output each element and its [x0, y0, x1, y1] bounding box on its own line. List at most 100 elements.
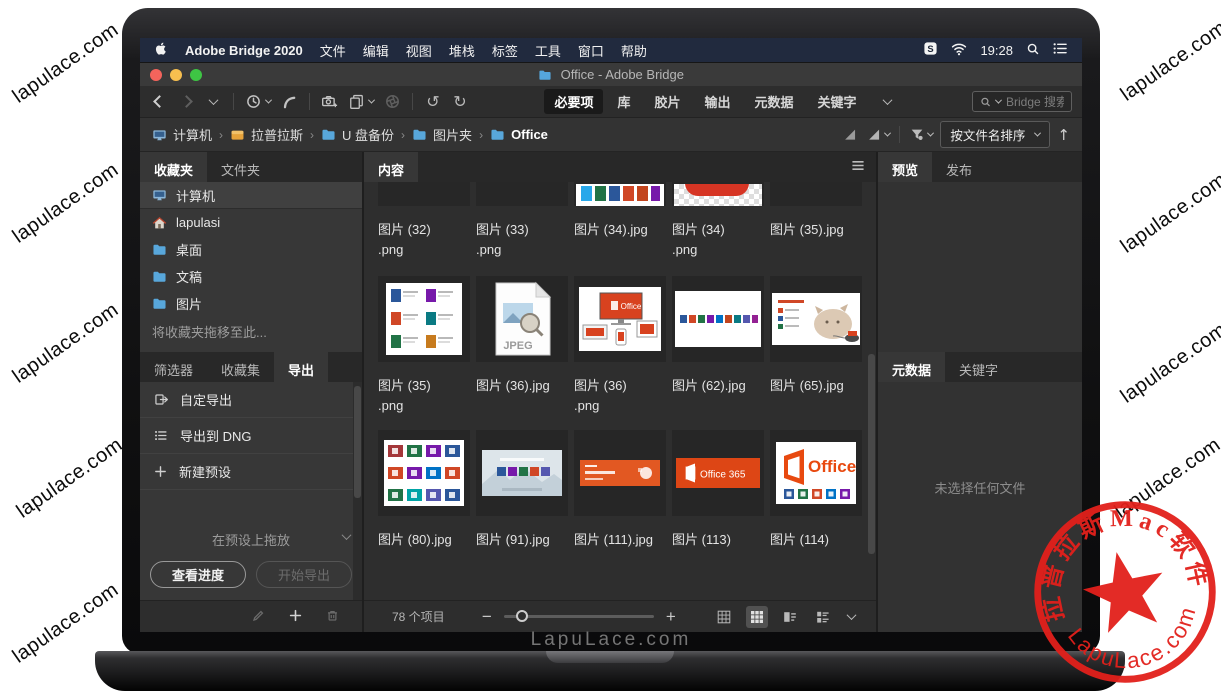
- tab-publish[interactable]: 发布: [932, 152, 986, 182]
- file-item[interactable]: 图片 (34).png: [672, 182, 764, 262]
- back-button[interactable]: [150, 91, 168, 113]
- tab-content[interactable]: 内容: [364, 152, 418, 182]
- bridge-search-box[interactable]: [972, 91, 1072, 112]
- open-in-camera-raw-button[interactable]: [383, 91, 401, 113]
- batch-rename-button[interactable]: [348, 91, 374, 113]
- breadcrumb-computer[interactable]: 计算机: [152, 125, 212, 144]
- workspace-tab-output[interactable]: 输出: [695, 89, 741, 114]
- sort-ascending-button[interactable]: ↑: [1057, 126, 1070, 144]
- favorites-item-desktop[interactable]: 桌面: [140, 236, 362, 263]
- file-item[interactable]: Office 图片 (114): [770, 430, 862, 572]
- menu-tools[interactable]: 工具: [535, 41, 561, 60]
- menu-app-name[interactable]: Adobe Bridge 2020: [185, 43, 303, 58]
- quality-filter-button[interactable]: [866, 124, 890, 146]
- content-scrollbar[interactable]: [867, 182, 876, 600]
- tab-metadata[interactable]: 元数据: [878, 352, 945, 382]
- filter-items-button[interactable]: [909, 124, 933, 146]
- thumbnail-view-button[interactable]: [746, 606, 768, 628]
- view-progress-button[interactable]: 查看进度: [150, 561, 246, 588]
- file-item[interactable]: 图片 (91).jpg: [476, 430, 568, 572]
- trash-icon: [325, 608, 340, 623]
- file-item[interactable]: 图片 (35).jpg: [770, 182, 862, 262]
- wifi-icon[interactable]: [951, 42, 967, 59]
- edit-preset-button[interactable]: [251, 608, 266, 626]
- file-item[interactable]: 图片 (80).jpg: [378, 430, 470, 572]
- menu-edit[interactable]: 编辑: [363, 41, 389, 60]
- breadcrumb-office[interactable]: Office: [490, 127, 548, 142]
- tab-collections[interactable]: 收藏集: [207, 352, 274, 382]
- boomerang-return-button[interactable]: [280, 91, 298, 113]
- view-options-button[interactable]: [845, 610, 858, 623]
- workspace-tab-keywords[interactable]: 关键字: [808, 89, 867, 114]
- export-item-custom[interactable]: 自定导出: [140, 382, 362, 418]
- file-item[interactable]: 图片 (62).jpg: [672, 276, 764, 418]
- breadcrumb-usb-backup[interactable]: U 盘备份: [321, 125, 394, 144]
- slider-track[interactable]: [504, 615, 654, 618]
- larger-thumbnails-button[interactable]: +: [666, 608, 676, 625]
- rotate-right-button[interactable]: ↻: [451, 91, 469, 113]
- export-item-new-preset[interactable]: 新建预设: [140, 454, 362, 490]
- grid-lock-view-button[interactable]: [713, 606, 735, 628]
- workspace-tab-essentials[interactable]: 必要项: [544, 89, 603, 114]
- slider-knob[interactable]: [516, 610, 528, 622]
- computer-icon: [152, 128, 167, 142]
- workspace-dropdown-button[interactable]: [879, 91, 897, 113]
- get-photos-from-camera-button[interactable]: [321, 91, 339, 113]
- view-mode-buttons: [713, 606, 858, 628]
- menu-help[interactable]: 帮助: [621, 41, 647, 60]
- workspace-tab-libraries[interactable]: 库: [607, 89, 640, 114]
- menu-label[interactable]: 标签: [492, 41, 518, 60]
- content-panel-menu-button[interactable]: [850, 159, 866, 175]
- favorites-item-documents[interactable]: 文稿: [140, 263, 362, 290]
- rotate-left-button[interactable]: ↺: [424, 91, 442, 113]
- file-item[interactable]: 图片 (65).jpg: [770, 276, 862, 418]
- list-view-button[interactable]: [812, 606, 834, 628]
- tab-filter[interactable]: 筛选器: [140, 352, 207, 382]
- spotlight-search-icon[interactable]: [1026, 42, 1040, 59]
- breadcrumb-separator: ›: [479, 128, 483, 142]
- tab-preview[interactable]: 预览: [878, 152, 932, 182]
- search-input[interactable]: [1006, 95, 1064, 109]
- menu-file[interactable]: 文件: [320, 41, 346, 60]
- tab-export[interactable]: 导出: [274, 352, 328, 382]
- workspace-tab-metadata[interactable]: 元数据: [745, 89, 804, 114]
- tab-keywords[interactable]: 关键字: [945, 352, 1012, 382]
- file-item[interactable]: Office 图片 (36).png: [574, 276, 666, 418]
- start-export-button[interactable]: 开始导出: [256, 561, 352, 588]
- menu-window[interactable]: 窗口: [578, 41, 604, 60]
- tab-favorites[interactable]: 收藏夹: [140, 152, 207, 182]
- breadcrumb-drive[interactable]: 拉普拉斯: [230, 125, 303, 144]
- file-item[interactable]: 图片 (111).jpg: [574, 430, 666, 572]
- workspace-tab-filmstrip[interactable]: 胶片: [644, 89, 690, 114]
- file-item[interactable]: 图片 (35).png: [378, 276, 470, 418]
- file-item[interactable]: JPEG 图片 (36).jpg: [476, 276, 568, 418]
- favorites-item-computer[interactable]: 计算机: [140, 182, 362, 209]
- smaller-thumbnails-button[interactable]: −: [482, 608, 492, 625]
- favorites-item-pictures[interactable]: 图片: [140, 290, 362, 317]
- sort-dropdown[interactable]: 按文件名排序: [940, 121, 1050, 148]
- tab-folders[interactable]: 文件夹: [207, 152, 274, 182]
- apple-logo-icon[interactable]: [154, 41, 168, 59]
- file-item[interactable]: Office 365 图片 (113): [672, 430, 764, 572]
- breadcrumb-pictures-folder[interactable]: 图片夹: [412, 125, 472, 144]
- thumbnail: [770, 276, 862, 362]
- delete-preset-button[interactable]: [325, 608, 340, 626]
- forward-button[interactable]: [177, 91, 195, 113]
- export-scrollbar[interactable]: [353, 382, 362, 600]
- recent-files-button[interactable]: [245, 91, 271, 113]
- export-item-dng[interactable]: 导出到 DNG: [140, 418, 362, 454]
- menu-clock[interactable]: 19:28: [980, 43, 1013, 58]
- control-center-icon[interactable]: [1053, 42, 1068, 58]
- menu-stacks[interactable]: 堆栈: [449, 41, 475, 60]
- menu-view[interactable]: 视图: [406, 41, 432, 60]
- file-item[interactable]: 图片 (33).png: [476, 182, 568, 262]
- favorites-item-home[interactable]: lapulasi: [140, 209, 362, 236]
- rating-filter-button[interactable]: [841, 124, 859, 146]
- add-preset-button[interactable]: [288, 608, 303, 626]
- file-item[interactable]: 图片 (32).png: [378, 182, 470, 262]
- file-item[interactable]: 图片 (34).jpg: [574, 182, 666, 262]
- navigation-dropdown-button[interactable]: [204, 91, 222, 113]
- proxy-app-icon[interactable]: S: [923, 41, 938, 59]
- details-view-button[interactable]: [779, 606, 801, 628]
- screen: Adobe Bridge 2020 文件 编辑 视图 堆栈 标签 工具 窗口 帮…: [140, 38, 1082, 632]
